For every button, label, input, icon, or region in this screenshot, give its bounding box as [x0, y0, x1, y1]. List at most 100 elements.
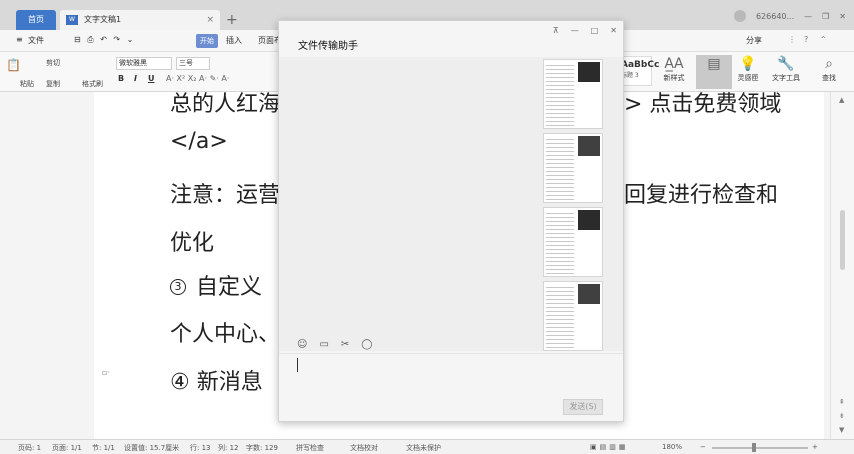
style-pane-button[interactable]: ▤: [696, 55, 732, 89]
text-tools-label: 文字工具: [772, 74, 800, 82]
message-input[interactable]: 发送(S): [279, 353, 623, 421]
scroll-up-icon[interactable]: ▲: [839, 96, 844, 104]
pin-icon[interactable]: ⊼: [553, 26, 559, 35]
zoom-in-icon[interactable]: +: [812, 443, 818, 451]
new-style-label: 新样式: [663, 74, 685, 82]
scroll-thumb[interactable]: [840, 210, 845, 270]
font-size-select[interactable]: 三号: [176, 57, 210, 70]
chat-message-list[interactable]: [279, 57, 623, 351]
image-message[interactable]: [543, 59, 603, 129]
more-icon[interactable]: ⋮: [788, 35, 796, 44]
chat-maximize-icon[interactable]: □: [591, 26, 599, 35]
doc-proof-button[interactable]: 文档校对: [350, 443, 378, 453]
doc-protect-button[interactable]: 文档未保护: [406, 443, 441, 453]
share-button[interactable]: 分享: [746, 35, 762, 46]
vertical-scrollbar[interactable]: ▲ ⇞ ⇟ ▼: [830, 92, 854, 439]
next-page-icon[interactable]: ⇟: [839, 412, 845, 420]
new-style-button[interactable]: A̲A 新样式: [656, 55, 692, 89]
bold-button[interactable]: B: [118, 74, 124, 83]
status-setting: 设置值: 15.7厘米: [124, 444, 180, 452]
folder-icon[interactable]: ▭: [319, 339, 328, 350]
paragraph-marker-icon[interactable]: ▫·: [102, 368, 110, 377]
italic-button[interactable]: I: [134, 74, 137, 83]
chat-minimize-icon[interactable]: —: [571, 26, 579, 35]
quick-access-icons[interactable]: ⊟ ⎙ ↶ ↷ ⌄: [74, 35, 135, 45]
image-message[interactable]: [543, 281, 603, 351]
image-thumbnail-dark: [578, 210, 600, 230]
font-family-select[interactable]: 微软雅黑: [116, 57, 172, 70]
writer-icon: W: [66, 15, 78, 25]
doc-line-5-text: 自定义: [196, 275, 263, 300]
lightbulb-icon: 💡: [739, 56, 757, 72]
tab-document[interactable]: W 文字文稿1 ×: [60, 10, 220, 30]
cut-button[interactable]: 剪切: [46, 58, 60, 68]
doc-line-1: 总的人红海: [170, 92, 281, 117]
menu-file[interactable]: 文件: [28, 35, 44, 46]
doc-line-3: 注意：运营: [170, 183, 281, 208]
font-tools-icons[interactable]: A· X² X₂ A· ✎· A·: [166, 74, 229, 83]
doc-line-5: 3 自定义: [170, 269, 262, 301]
doc-line-4: 优化: [170, 231, 215, 256]
tab-document-label: 文字文稿1: [84, 15, 122, 24]
avatar[interactable]: [733, 10, 746, 22]
menu-insert[interactable]: 插入: [226, 35, 242, 46]
underline-button[interactable]: U: [148, 74, 155, 83]
send-button[interactable]: 发送(S): [563, 399, 603, 415]
zoom-slider[interactable]: [712, 447, 808, 449]
tab-home[interactable]: 首页: [16, 10, 56, 30]
format-painter-button[interactable]: 格式刷: [82, 79, 103, 89]
chat-bubble-icon[interactable]: ◯: [361, 339, 372, 350]
zoom-out-icon[interactable]: −: [700, 443, 706, 451]
user-name[interactable]: 626640...: [756, 12, 794, 21]
image-thumbnail-dark: [578, 62, 600, 82]
style-sample: AaBbCc: [621, 60, 660, 70]
tab-close-icon[interactable]: ×: [206, 10, 214, 30]
text-tools-button[interactable]: 🔧 文字工具: [766, 55, 806, 89]
close-icon[interactable]: ✕: [839, 12, 846, 21]
hamburger-icon[interactable]: ≡: [16, 35, 23, 44]
status-section: 节: 1/1: [92, 444, 115, 452]
status-bar: 页码: 1 页面: 1/1 节: 1/1 设置值: 15.7厘米 行: 13 列…: [0, 439, 854, 454]
image-thumbnail: [546, 136, 574, 200]
scissors-icon[interactable]: ✂: [341, 339, 349, 350]
inspiration-button[interactable]: 💡 灵感匣: [730, 55, 766, 89]
doc-line-2: </a>: [170, 129, 228, 154]
style-name: 标题 3: [621, 72, 639, 79]
paste-button[interactable]: 粘贴: [20, 79, 34, 89]
view-mode-icons[interactable]: ▣▤▥▦: [590, 443, 628, 451]
doc-line-1-right: > 点击免费领域: [624, 92, 782, 117]
help-icon[interactable]: ?: [804, 35, 808, 44]
spell-check-button[interactable]: 拼写检查: [296, 443, 324, 453]
menu-start[interactable]: 开始: [196, 34, 218, 48]
status-col: 列: 12: [218, 444, 239, 452]
image-thumbnail-dark: [578, 284, 600, 304]
emoji-icon[interactable]: ☺: [297, 339, 307, 350]
paste-icon[interactable]: 📋: [6, 58, 21, 72]
chat-close-icon[interactable]: ✕: [610, 26, 617, 35]
doc-line-3-right: 回复进行检查和: [624, 183, 779, 208]
copy-button[interactable]: 复制: [46, 79, 60, 89]
wrench-icon: 🔧: [777, 56, 795, 72]
file-transfer-chat-window: 文件传输助手 ⊼ — □ ✕ ☺ ▭ ✂ ◯ 发送(S): [278, 20, 624, 422]
new-tab-icon[interactable]: +: [226, 12, 238, 28]
zoom-slider-knob[interactable]: [752, 443, 756, 452]
scroll-down-icon[interactable]: ▼: [839, 426, 844, 434]
inspiration-label: 灵感匣: [737, 74, 759, 82]
status-words[interactable]: 字数: 129: [246, 443, 278, 453]
maximize-icon[interactable]: ❐: [822, 12, 829, 21]
find-replace-label: 查找: [822, 74, 836, 82]
status-page: 页码: 1: [18, 444, 42, 452]
image-message[interactable]: [543, 133, 603, 203]
prev-page-icon[interactable]: ⇞: [839, 398, 845, 406]
image-message[interactable]: [543, 207, 603, 277]
minimize-icon[interactable]: —: [804, 12, 812, 21]
list-number: 3: [170, 279, 186, 295]
collapse-icon[interactable]: ⌃: [820, 35, 827, 44]
status-row: 行: 13: [190, 444, 211, 452]
chat-title: 文件传输助手: [298, 41, 358, 52]
doc-line-7: ④ 新消息: [170, 370, 263, 395]
image-thumbnail: [546, 284, 574, 348]
find-replace-button[interactable]: ⌕ 查找: [812, 55, 846, 89]
image-thumbnail: [546, 210, 574, 274]
zoom-level[interactable]: 180%: [662, 443, 682, 451]
